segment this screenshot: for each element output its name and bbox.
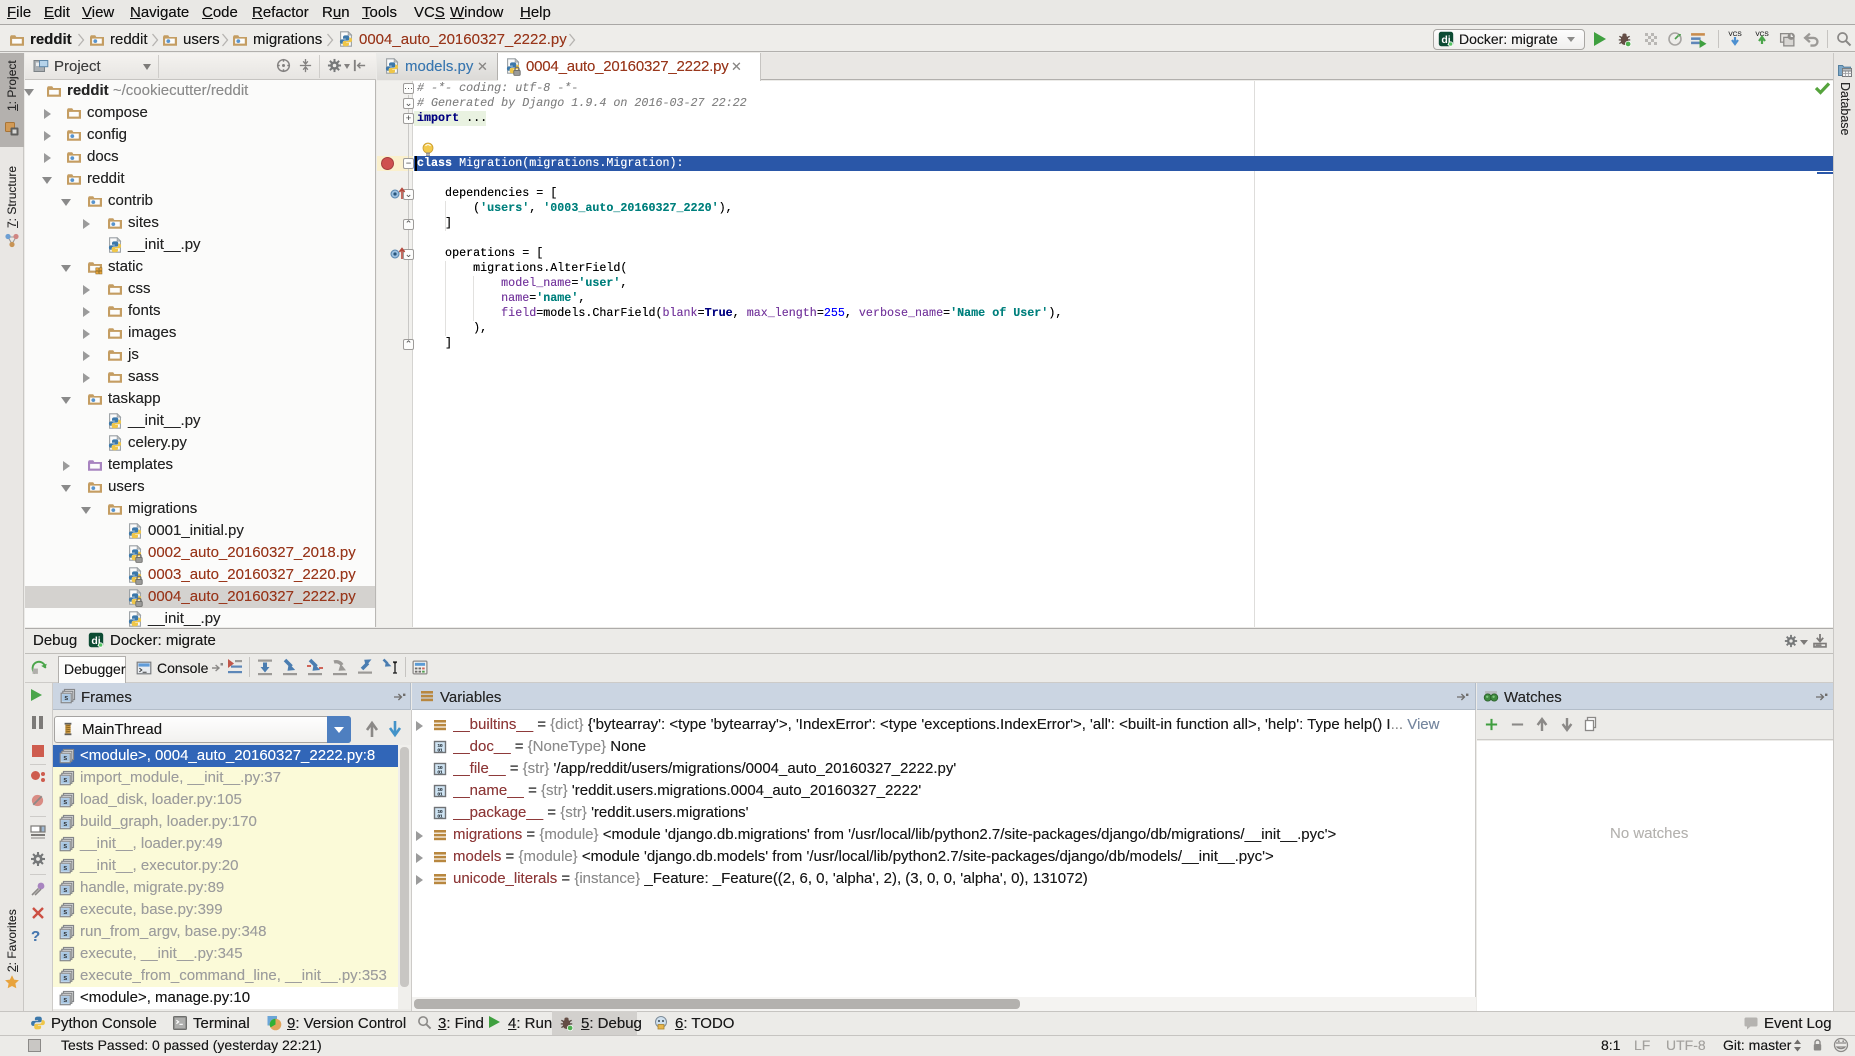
svg-text:VCS: VCS [1728,31,1742,38]
